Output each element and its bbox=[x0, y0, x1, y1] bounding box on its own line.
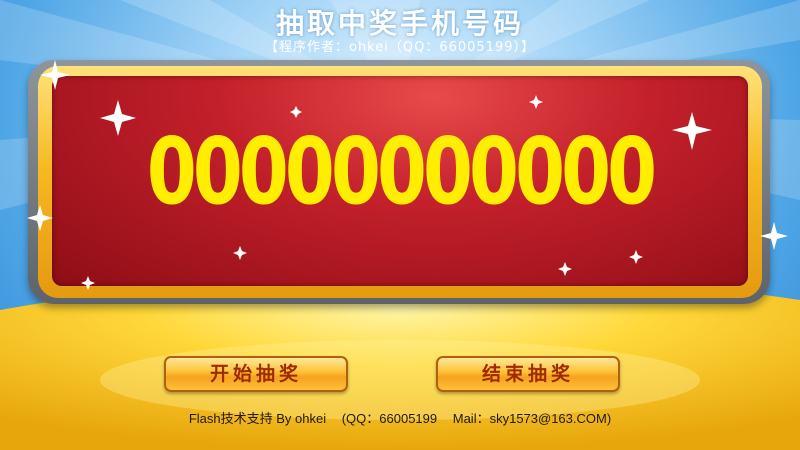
phone-number-display: 00000000000 bbox=[146, 118, 657, 225]
footer-credits: Flash技术支持 By ohkei (QQ：66005199 Mail：sky… bbox=[0, 408, 800, 427]
stop-draw-label: 结束抽奖 bbox=[481, 363, 574, 385]
footer-support: Flash技术支持 By ohkei bbox=[188, 411, 327, 426]
start-draw-label: 开始抽奖 bbox=[209, 363, 302, 385]
stop-draw-button[interactable]: 结束抽奖 bbox=[436, 356, 620, 392]
footer-mail: Mail：sky1573@163.COM) bbox=[452, 411, 612, 426]
author-credit: 【程序作者：ohkei（QQ：66005199）】 bbox=[264, 40, 535, 55]
stage: 抽取中奖手机号码 【程序作者：ohkei（QQ：66005199）】 00000… bbox=[0, 0, 800, 450]
footer-qq: (QQ：66005199 bbox=[341, 411, 438, 426]
start-draw-button[interactable]: 开始抽奖 bbox=[164, 356, 348, 392]
